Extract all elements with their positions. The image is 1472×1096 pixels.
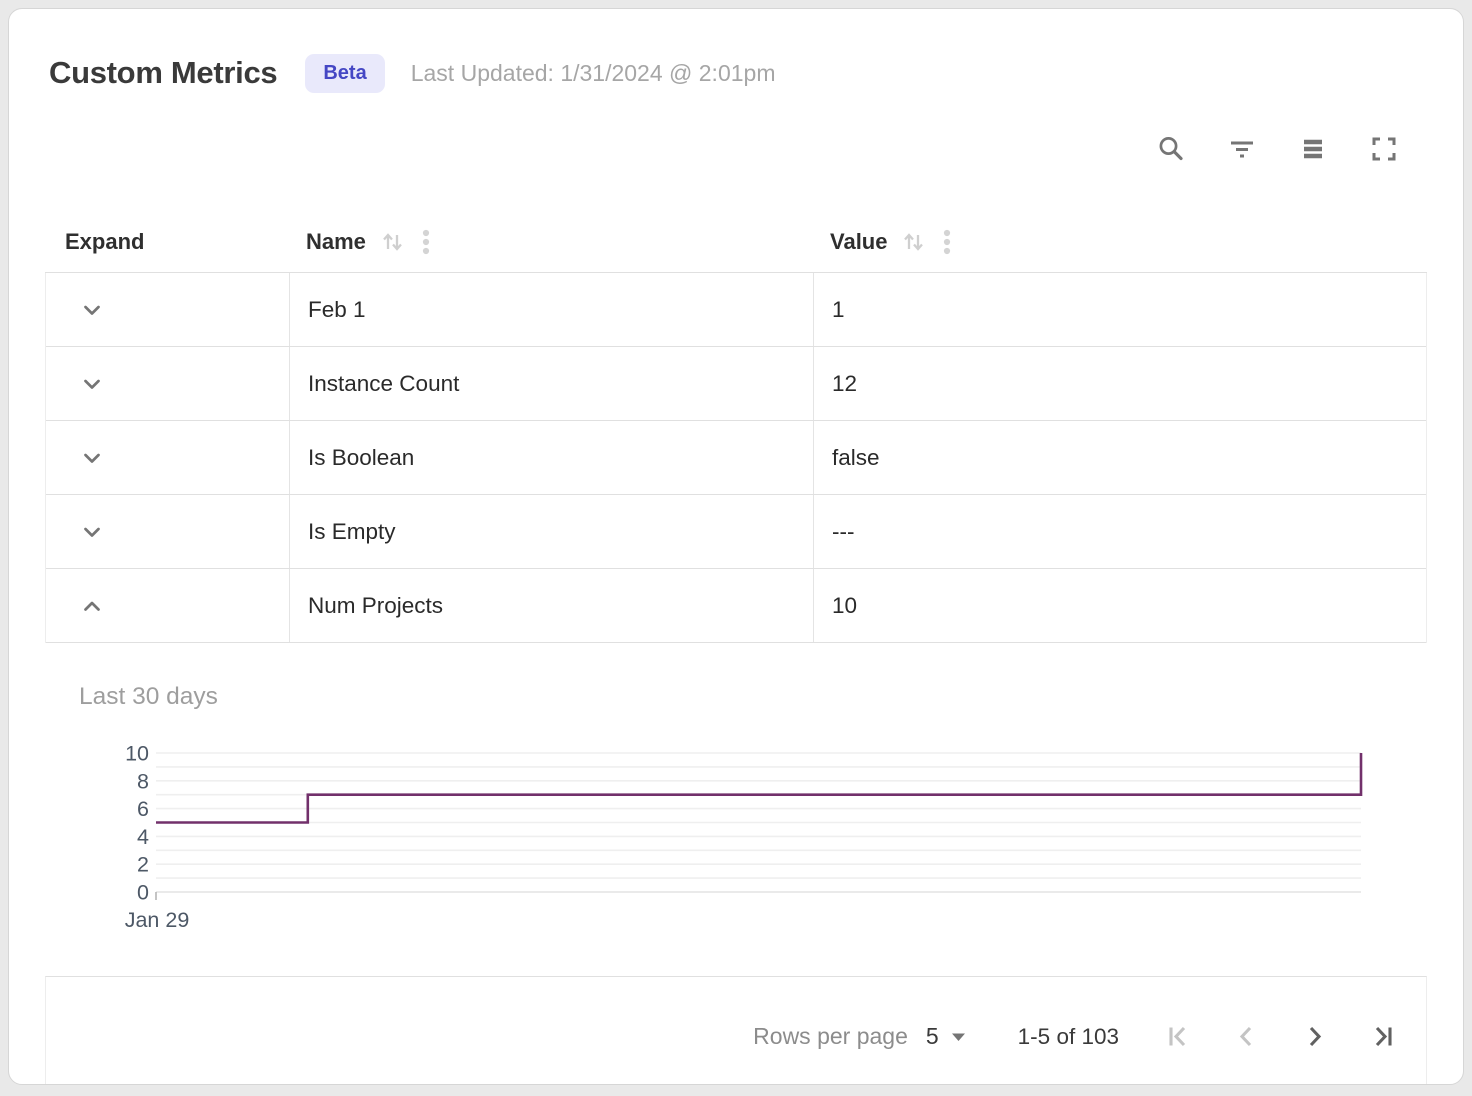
chevron-right-icon (1301, 1023, 1328, 1050)
table-toolbar (9, 134, 1399, 164)
chevron-left-icon (1233, 1023, 1260, 1050)
chevron-down-icon (79, 371, 105, 397)
rows-per-page-value: 5 (926, 1023, 939, 1050)
rows-per-page-select[interactable]: 5 (926, 1023, 966, 1050)
filter-button[interactable] (1227, 134, 1257, 164)
svg-text:8: 8 (137, 769, 149, 793)
custom-metrics-card: Custom Metrics Beta Last Updated: 1/31/2… (8, 8, 1464, 1085)
sort-icon[interactable] (380, 229, 406, 255)
value-cell: false (813, 421, 1426, 494)
table-row: Feb 1 1 (46, 273, 1426, 347)
table-row: Is Boolean false (46, 421, 1426, 495)
table-header-row: Expand Name Value (45, 211, 1427, 273)
fullscreen-button[interactable] (1369, 134, 1399, 164)
name-cell: Feb 1 (289, 273, 813, 346)
value-cell: 10 (813, 569, 1426, 642)
name-cell: Is Empty (289, 495, 813, 568)
column-label: Name (306, 229, 366, 255)
column-header-name[interactable]: Name (288, 211, 812, 272)
column-header-expand: Expand (45, 211, 288, 272)
table-footer: Rows per page 5 1-5 of 103 (45, 976, 1427, 1085)
value-cell: 1 (813, 273, 1426, 346)
last-page-button[interactable] (1369, 1023, 1396, 1050)
last-page-icon (1369, 1023, 1396, 1050)
expand-cell (46, 421, 289, 494)
column-header-value[interactable]: Value (812, 211, 1427, 272)
value-cell: --- (813, 495, 1426, 568)
rows-per-page-label: Rows per page (753, 1023, 908, 1050)
filter-icon (1227, 134, 1257, 164)
row-detail-panel: Last 30 days 0246810Jan 29 (45, 643, 1427, 976)
next-page-button[interactable] (1301, 1023, 1328, 1050)
expand-cell (46, 347, 289, 420)
density-button[interactable] (1298, 134, 1328, 164)
expand-row-button[interactable] (79, 519, 105, 545)
pagination-range-label: 1-5 of 103 (1018, 1024, 1119, 1050)
column-menu-icon[interactable] (422, 228, 430, 256)
svg-text:10: 10 (125, 742, 149, 766)
expand-row-button[interactable] (79, 297, 105, 323)
table-row: Instance Count 12 (46, 347, 1426, 421)
expand-row-button[interactable] (79, 371, 105, 397)
expand-cell (46, 273, 289, 346)
last-updated-text: Last Updated: 1/31/2024 @ 2:01pm (411, 60, 776, 87)
previous-page-button[interactable] (1233, 1023, 1260, 1050)
table-row: Is Empty --- (46, 495, 1426, 569)
chevron-down-icon (79, 519, 105, 545)
expand-cell (46, 495, 289, 568)
first-page-button[interactable] (1165, 1023, 1192, 1050)
table-body: Feb 1 1 Instance Count 12 Is Boo (45, 273, 1427, 643)
value-cell: 12 (813, 347, 1426, 420)
expand-cell (46, 569, 289, 642)
name-cell: Instance Count (289, 347, 813, 420)
svg-text:2: 2 (137, 853, 149, 877)
metric-history-chart: 0 2 4 6 8 10 Jan 29 (45, 643, 1429, 976)
name-cell: Is Boolean (289, 421, 813, 494)
chevron-up-icon (79, 593, 105, 619)
svg-text:0: 0 (137, 881, 149, 905)
chevron-down-icon (79, 445, 105, 471)
column-menu-icon[interactable] (943, 228, 951, 256)
column-label: Expand (65, 229, 144, 255)
svg-text:Jan 29: Jan 29 (125, 908, 190, 932)
collapse-row-button[interactable] (79, 593, 105, 619)
page-title: Custom Metrics (49, 55, 277, 91)
density-icon (1298, 134, 1328, 164)
pagination-nav (1165, 1023, 1396, 1050)
dropdown-caret-icon (951, 1032, 966, 1042)
column-label: Value (830, 229, 887, 255)
card-header: Custom Metrics Beta Last Updated: 1/31/2… (49, 51, 1423, 95)
svg-text:6: 6 (137, 797, 149, 821)
beta-badge: Beta (305, 54, 384, 93)
svg-text:4: 4 (137, 825, 149, 849)
sort-icon[interactable] (901, 229, 927, 255)
first-page-icon (1165, 1023, 1192, 1050)
name-cell: Num Projects (289, 569, 813, 642)
expand-row-button[interactable] (79, 445, 105, 471)
fullscreen-icon (1369, 134, 1399, 164)
table-row-expanded: Num Projects 10 (46, 569, 1426, 643)
chevron-down-icon (79, 297, 105, 323)
search-button[interactable] (1156, 134, 1186, 164)
metrics-table: Expand Name Value (45, 211, 1427, 1085)
search-icon (1156, 134, 1186, 164)
